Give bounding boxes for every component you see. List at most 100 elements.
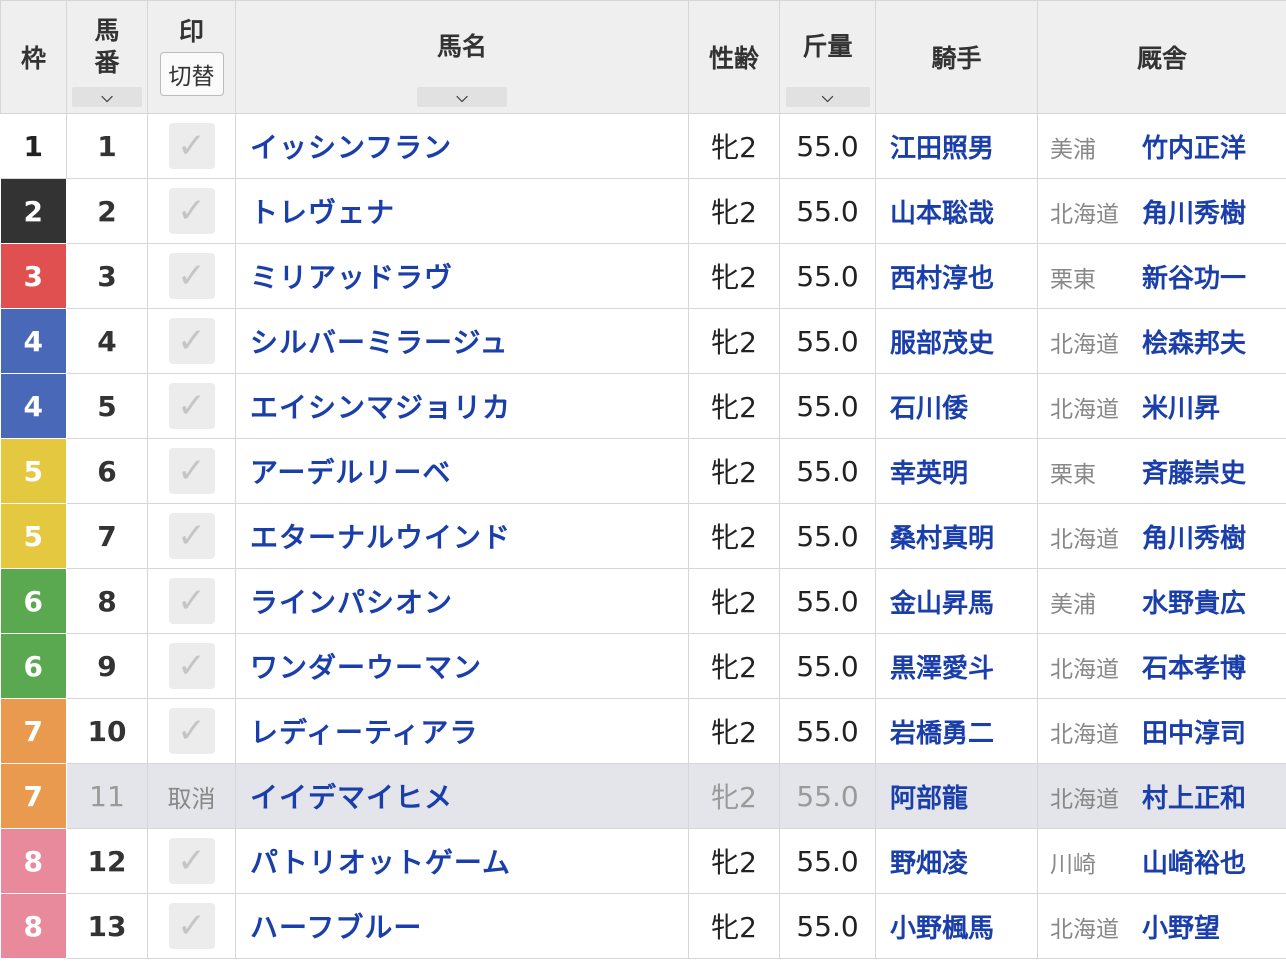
chevron-down-icon: ⌵: [456, 88, 468, 106]
chevron-down-icon: ⌵: [821, 88, 834, 106]
mark-cell: ✓: [147, 243, 236, 309]
stable-location: 栗東: [1050, 461, 1096, 488]
check-icon: ✓: [177, 711, 206, 751]
horse-name-link[interactable]: イイデマイヒメ: [235, 763, 689, 829]
header-row: 枠 馬 番 ⌵ 印 切替 馬名 ⌵ 性齢 斤量 ⌵ 騎手 厩舎: [0, 0, 1286, 114]
check-icon: ✓: [177, 906, 206, 946]
sex-age-cell: 牝2: [688, 438, 780, 504]
jockey-link[interactable]: 野畑凌: [875, 828, 1038, 894]
sex-age-cell: 牝2: [688, 178, 780, 244]
check-icon: ✓: [177, 126, 206, 166]
header-weight-label: 斤量: [802, 32, 853, 61]
horse-name-link[interactable]: ワンダーウーマン: [235, 633, 689, 699]
jockey-link[interactable]: 金山昇馬: [875, 568, 1038, 634]
stable-location: 川崎: [1050, 851, 1096, 878]
trainer-link[interactable]: 角川秀樹: [1142, 524, 1246, 554]
trainer-link[interactable]: 斉藤崇史: [1142, 459, 1246, 489]
header-horse-name: 馬名 ⌵: [235, 0, 689, 114]
horse-name-link[interactable]: トレヴェナ: [235, 178, 689, 244]
trainer-link[interactable]: 水野貴広: [1142, 589, 1246, 619]
trainer-link[interactable]: 田中淳司: [1142, 719, 1246, 749]
trainer-link[interactable]: 山崎裕也: [1142, 849, 1246, 879]
header-weight: 斤量 ⌵: [779, 0, 876, 114]
horse-name-link[interactable]: エイシンマジョリカ: [235, 373, 689, 439]
sort-umaban-button[interactable]: ⌵: [72, 87, 142, 107]
waku-cell: 1: [0, 113, 67, 179]
trainer-link[interactable]: 村上正和: [1142, 784, 1246, 814]
table-row: 7 10 ✓ レディーティアラ 牝2 55.0 岩橋勇二 北海道 田中淳司: [0, 698, 1286, 764]
header-umaban-bottom: 番: [94, 48, 120, 77]
trainer-link[interactable]: 竹内正洋: [1142, 134, 1246, 164]
umaban-cell: 5: [66, 373, 148, 439]
jockey-link[interactable]: 岩橋勇二: [875, 698, 1038, 764]
mark-checkbox[interactable]: ✓: [168, 383, 215, 429]
umaban-cell: 2: [66, 178, 148, 244]
waku-cell: 7: [0, 698, 67, 764]
weight-cell: 55.0: [779, 503, 876, 569]
horse-name-link[interactable]: パトリオットゲーム: [235, 828, 689, 894]
mark-cell: ✓: [147, 373, 236, 439]
mark-checkbox[interactable]: ✓: [168, 448, 215, 494]
jockey-link[interactable]: 黒澤愛斗: [875, 633, 1038, 699]
sort-weight-button[interactable]: ⌵: [785, 87, 870, 107]
trainer-link[interactable]: 桧森邦夫: [1142, 329, 1246, 359]
mark-checkbox[interactable]: ✓: [168, 903, 215, 949]
mark-checkbox[interactable]: ✓: [168, 708, 215, 754]
jockey-link[interactable]: 桑村真明: [875, 503, 1038, 569]
check-icon: ✓: [177, 321, 206, 361]
mark-cell: ✓: [147, 503, 236, 569]
jockey-link[interactable]: 幸英明: [875, 438, 1038, 504]
sex-age-cell: 牝2: [688, 568, 780, 634]
header-sex-age-label: 性齢: [708, 44, 759, 73]
stable-cell: 北海道 小野望: [1037, 893, 1286, 959]
sex-age-cell: 牝2: [688, 763, 780, 829]
mark-checkbox[interactable]: ✓: [168, 318, 215, 364]
horse-name-link[interactable]: エターナルウインド: [235, 503, 689, 569]
horse-name-link[interactable]: ハーフブルー: [235, 893, 689, 959]
mark-checkbox[interactable]: ✓: [168, 838, 215, 884]
mark-cell: ✓: [147, 308, 236, 374]
stable-location: 栗東: [1050, 266, 1096, 293]
mark-checkbox[interactable]: ✓: [168, 643, 215, 689]
jockey-link[interactable]: 阿部龍: [875, 763, 1038, 829]
horse-name-link[interactable]: イッシンフラン: [235, 113, 689, 179]
horse-name-link[interactable]: レディーティアラ: [235, 698, 689, 764]
stable-cell: 美浦 水野貴広: [1037, 568, 1286, 634]
weight-cell: 55.0: [779, 893, 876, 959]
horse-name-link[interactable]: アーデルリーベ: [235, 438, 689, 504]
waku-cell: 8: [0, 828, 67, 894]
mark-checkbox[interactable]: ✓: [168, 188, 215, 234]
mark-toggle-button[interactable]: 切替: [159, 52, 224, 96]
jockey-link[interactable]: 江田照男: [875, 113, 1038, 179]
trainer-link[interactable]: 小野望: [1142, 914, 1220, 944]
jockey-link[interactable]: 小野楓馬: [875, 893, 1038, 959]
sex-age-cell: 牝2: [688, 503, 780, 569]
horse-name-link[interactable]: ラインパシオン: [235, 568, 689, 634]
sort-horse-name-button[interactable]: ⌵: [417, 87, 507, 107]
waku-cell: 4: [0, 308, 67, 374]
trainer-link[interactable]: 米川昇: [1142, 394, 1220, 424]
jockey-link[interactable]: 服部茂史: [875, 308, 1038, 374]
header-umaban-top: 馬: [94, 16, 120, 45]
trainer-link[interactable]: 新谷功一: [1142, 264, 1246, 294]
header-waku: 枠: [0, 0, 67, 114]
waku-cell: 5: [0, 438, 67, 504]
sex-age-cell: 牝2: [688, 308, 780, 374]
mark-checkbox[interactable]: ✓: [168, 253, 215, 299]
stable-cell: 栗東 新谷功一: [1037, 243, 1286, 309]
mark-checkbox[interactable]: ✓: [168, 123, 215, 169]
table-row: 6 8 ✓ ラインパシオン 牝2 55.0 金山昇馬 美浦 水野貴広: [0, 568, 1286, 634]
mark-checkbox[interactable]: ✓: [168, 513, 215, 559]
weight-cell: 55.0: [779, 438, 876, 504]
jockey-link[interactable]: 西村淳也: [875, 243, 1038, 309]
weight-cell: 55.0: [779, 763, 876, 829]
header-waku-label: 枠: [20, 44, 46, 73]
horse-name-link[interactable]: シルバーミラージュ: [235, 308, 689, 374]
jockey-link[interactable]: 石川倭: [875, 373, 1038, 439]
weight-cell: 55.0: [779, 698, 876, 764]
trainer-link[interactable]: 角川秀樹: [1142, 199, 1246, 229]
horse-name-link[interactable]: ミリアッドラヴ: [235, 243, 689, 309]
mark-checkbox[interactable]: ✓: [168, 578, 215, 624]
jockey-link[interactable]: 山本聡哉: [875, 178, 1038, 244]
trainer-link[interactable]: 石本孝博: [1142, 654, 1246, 684]
